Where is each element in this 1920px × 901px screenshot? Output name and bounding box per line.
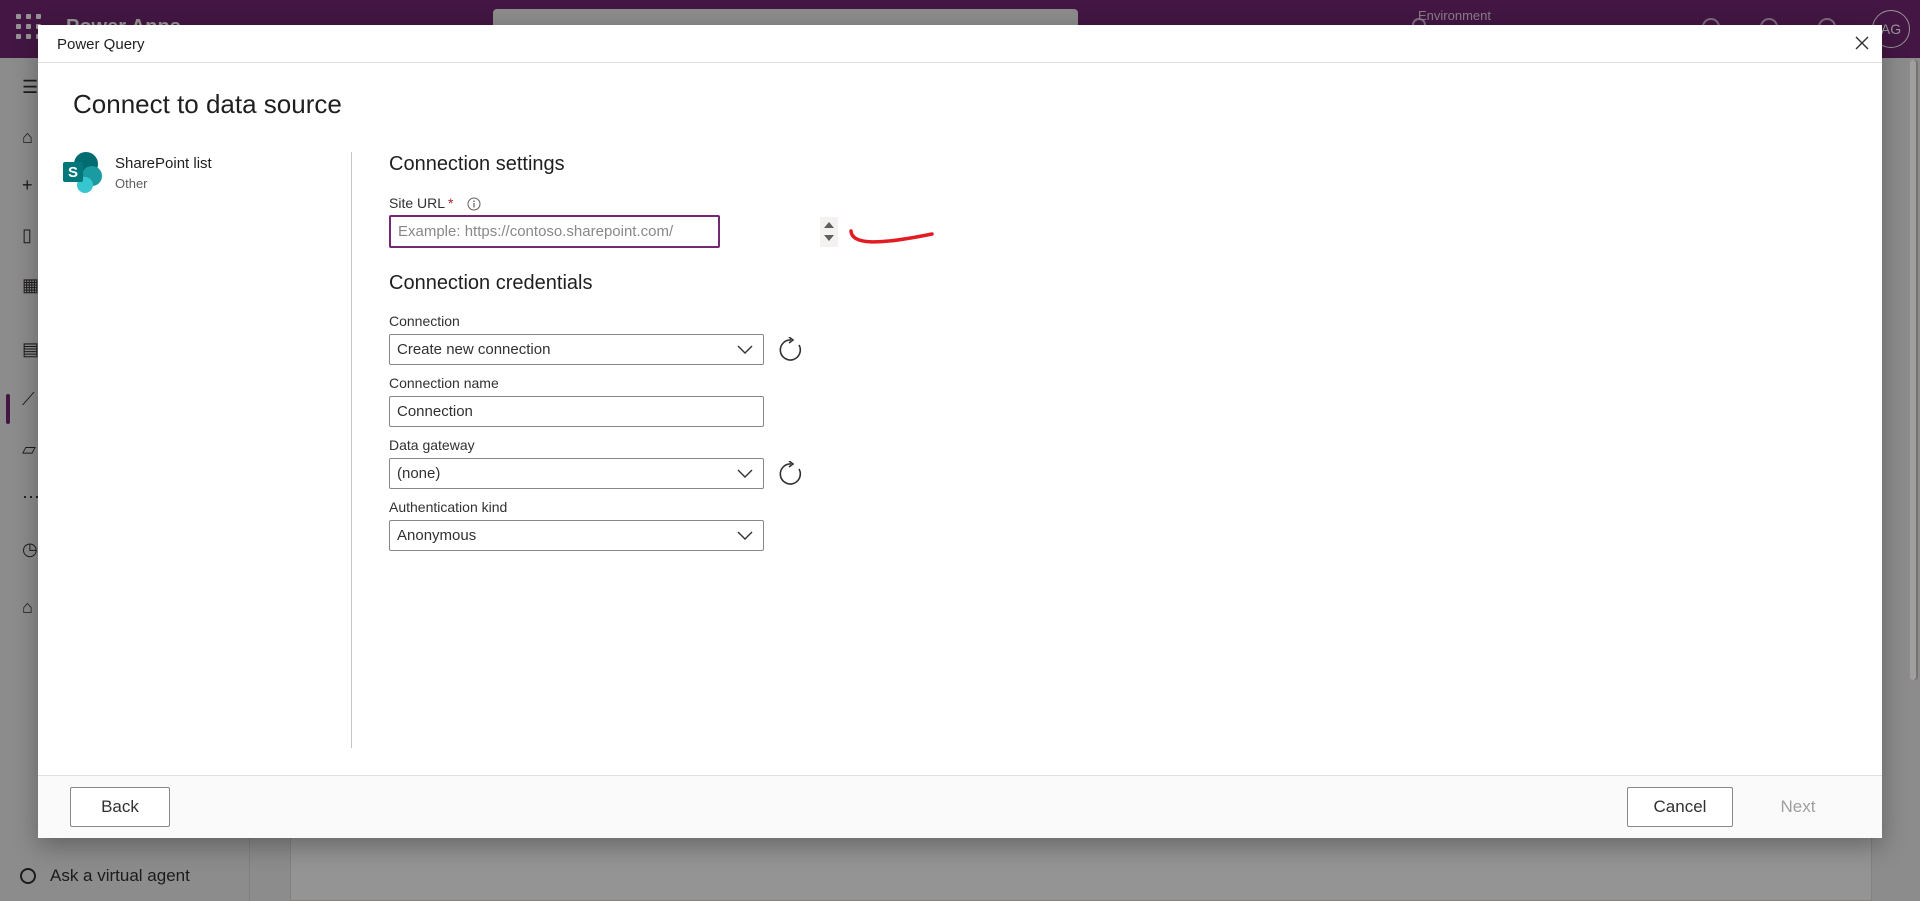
dialog-scrollbar[interactable]: [1910, 60, 1916, 680]
authentication-kind-dropdown[interactable]: Anonymous: [389, 520, 764, 551]
site-url-label-text: Site URL: [389, 195, 446, 211]
chevron-down-icon: [737, 345, 753, 354]
connection-name-field[interactable]: [389, 396, 764, 427]
data-gateway-dropdown-value: (none): [397, 465, 441, 482]
back-button[interactable]: Back: [70, 787, 170, 827]
data-gateway-label: Data gateway: [389, 437, 475, 453]
required-marker: *: [448, 195, 454, 211]
site-url-input[interactable]: [398, 223, 711, 240]
connector-name: SharePoint list: [115, 155, 212, 172]
refresh-icon[interactable]: [778, 337, 804, 363]
site-url-label: Site URL *: [389, 195, 481, 211]
connector-sidebar: S SharePoint list Other: [38, 123, 351, 773]
cancel-button[interactable]: Cancel: [1627, 787, 1733, 827]
refresh-icon[interactable]: [778, 461, 804, 487]
pen-annotation-mark: [849, 229, 934, 244]
connection-name-input[interactable]: [397, 403, 756, 420]
next-button[interactable]: Next: [1750, 787, 1846, 827]
svg-text:S: S: [68, 164, 78, 181]
data-gateway-dropdown[interactable]: (none): [389, 458, 764, 489]
close-button[interactable]: [1850, 31, 1874, 55]
connector-item-sharepoint-list: S SharePoint list Other: [62, 151, 212, 193]
sidebar-divider: [351, 152, 352, 748]
sharepoint-logo-icon: S: [63, 152, 102, 193]
connection-name-label: Connection name: [389, 375, 499, 391]
connection-dropdown[interactable]: Create new connection: [389, 334, 764, 365]
page-title: Connect to data source: [73, 89, 342, 119]
dialog-header: Power Query: [38, 25, 1882, 63]
dialog-footer: Back Cancel Next: [38, 775, 1882, 838]
connection-dropdown-value: Create new connection: [397, 341, 551, 358]
connection-credentials-title: Connection credentials: [389, 272, 593, 294]
site-url-field[interactable]: [389, 215, 720, 248]
info-icon[interactable]: [467, 197, 481, 211]
close-icon: [1855, 36, 1869, 50]
authentication-kind-label: Authentication kind: [389, 499, 508, 515]
dialog-title: Power Query: [57, 36, 145, 53]
authentication-kind-dropdown-value: Anonymous: [397, 527, 477, 544]
url-spinner[interactable]: [820, 217, 838, 247]
spinner-up-icon[interactable]: [824, 222, 834, 228]
power-query-dialog: Power Query Connect to data source S Sha…: [38, 25, 1882, 838]
connection-label: Connection: [389, 313, 460, 329]
chevron-down-icon: [737, 531, 753, 540]
connector-category: Other: [115, 176, 148, 191]
chevron-down-icon: [737, 469, 753, 478]
connection-settings-title: Connection settings: [389, 153, 565, 175]
spinner-down-icon[interactable]: [824, 235, 834, 241]
